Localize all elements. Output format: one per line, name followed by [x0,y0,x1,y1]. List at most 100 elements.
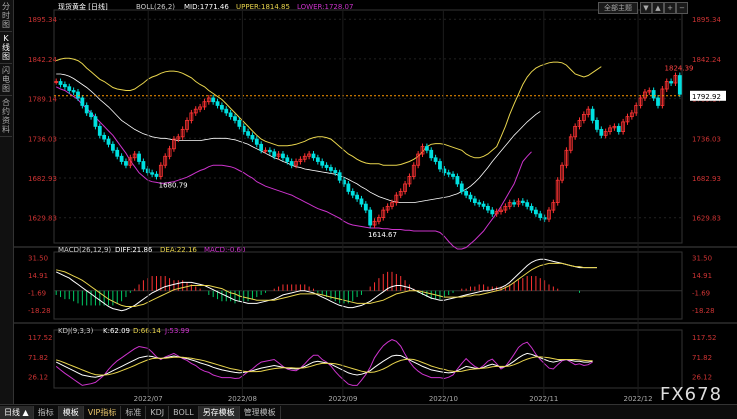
scroll-up-icon[interactable]: ▲ [652,2,664,14]
y-tick-right: 1682.93 [692,175,721,183]
candle-body [481,203,486,207]
last-price-label: 1792.92 [692,93,721,101]
candle-body [281,153,285,159]
zoom-in-icon[interactable]: + [664,2,676,14]
bottom-tab-0[interactable]: 日线 ▲ [0,405,34,419]
bottom-tab-1[interactable]: 指标 [34,405,59,419]
y-tick-right: 1736.03 [692,135,721,143]
macd-tick-right: -1.69 [692,290,710,298]
candle-body [368,209,373,226]
candle-body [237,119,242,127]
sidebar-tab-1[interactable]: K线图 [0,32,12,64]
boll-label: BOLL(26,2) [136,3,175,11]
candle-body [455,176,460,185]
candle-body [80,97,85,106]
kdj-tick-left: 71.82 [28,354,48,362]
candle-body [346,183,351,192]
candle-body [215,101,220,106]
candle-body [154,173,159,177]
y-tick-left: 1682.93 [28,175,57,183]
chart-svg[interactable]: 1895.341895.341842.241842.241789.141789.… [14,0,737,404]
scroll-down-icon[interactable]: ▼ [640,2,652,14]
candle-body [486,205,490,211]
candle-body [84,105,89,114]
bottom-tab-6[interactable]: BOLL [169,405,199,419]
candle-body [67,86,72,91]
kdj-tick-right: 26.12 [692,374,712,382]
candle-body [76,91,80,99]
candle-body [324,164,329,168]
bottom-tab-7[interactable]: 另存模板 [198,405,240,419]
candle-body [424,146,429,151]
kdj-tick-right: 71.82 [692,354,712,362]
candle-body [534,209,538,215]
macd-diff-line [55,258,597,312]
candle-body [320,161,325,166]
bottom-tab-4[interactable]: 标准 [121,405,147,419]
candle-body [669,81,673,84]
bottom-tab-3[interactable]: VIP指标 [84,405,122,419]
candle-body [246,131,250,136]
sidebar-tab-3[interactable]: 合约资料 [0,96,12,137]
y-tick-left: 1895.34 [28,16,57,24]
candle-body [220,105,224,110]
macd-dea-line [56,262,597,307]
macd-tick-left: 14.91 [28,272,48,280]
x-tick-label: 2022/11 [529,395,558,403]
macd-title: MACD(26,12,9) [58,246,111,254]
chart-area[interactable]: 1895.341895.341842.241842.241789.141789.… [14,0,737,404]
bottom-toolbar: 日线 ▲ 指标 模板 VIP指标 标准 KDJ BOLL 另存模板 管理模板 [0,404,737,419]
boll-upper-line [56,57,602,166]
candle-body [656,97,660,106]
candle-body [350,191,355,196]
sidebar-tab-0[interactable]: 分时图 [0,0,12,32]
y-tick-left: 1789.14 [28,96,57,104]
candle-body [137,153,141,162]
bottom-tab-5[interactable]: KDJ [146,405,170,419]
candle-body [451,173,455,177]
candle-body [102,134,107,140]
candle-body [512,202,516,205]
candle-body [250,134,255,140]
y-tick-right: 1629.83 [692,215,721,223]
candle-body [363,203,368,211]
macd-tick-left: -1.69 [28,290,46,298]
mid-label: MID:1771.46 [184,3,229,11]
y-tick-left: 1736.03 [28,135,57,143]
candle-body [272,151,277,157]
x-tick-label: 2022/07 [134,395,163,403]
candle-body [355,194,359,200]
candle-body [267,149,272,153]
candle-body [93,116,98,127]
candle-body [359,198,364,205]
candle-body [490,209,495,215]
candle-body [58,81,63,85]
candle-body [616,125,621,133]
kdj-title: KDJ(9,3,3) [58,327,94,335]
theme-button[interactable]: 全部主题 [598,2,638,14]
macd-tick-left: 31.50 [28,255,48,263]
candle-body [211,97,216,103]
x-tick-label: 2022/08 [228,395,257,403]
candle-body [89,112,93,118]
bottom-tab-8[interactable]: 管理模板 [240,405,281,419]
kdj-tick-left: 117.52 [28,334,53,342]
kdj-tick-left: 26.12 [28,374,48,382]
macd-tick-right: 14.91 [692,272,712,280]
macd-value-label: MACD:-0.60 [204,246,245,254]
candle-body [433,157,438,162]
macd-tick-right: 31.50 [692,255,712,263]
candle-body [119,155,124,162]
y-tick-right: 1842.24 [692,56,721,64]
candle-body [590,108,595,121]
candle-body [329,167,333,171]
bottom-tab-2[interactable]: 模板 [58,405,84,419]
candle-body [472,198,477,204]
candle-body [529,205,534,211]
candle-body [333,170,338,174]
zoom-out-icon[interactable]: − [676,2,688,14]
kdj-d-line [56,356,593,376]
sidebar-tab-2[interactable]: 闪电图 [0,64,12,96]
y-tick-right: 1895.34 [692,16,721,24]
candle-body [525,202,530,207]
